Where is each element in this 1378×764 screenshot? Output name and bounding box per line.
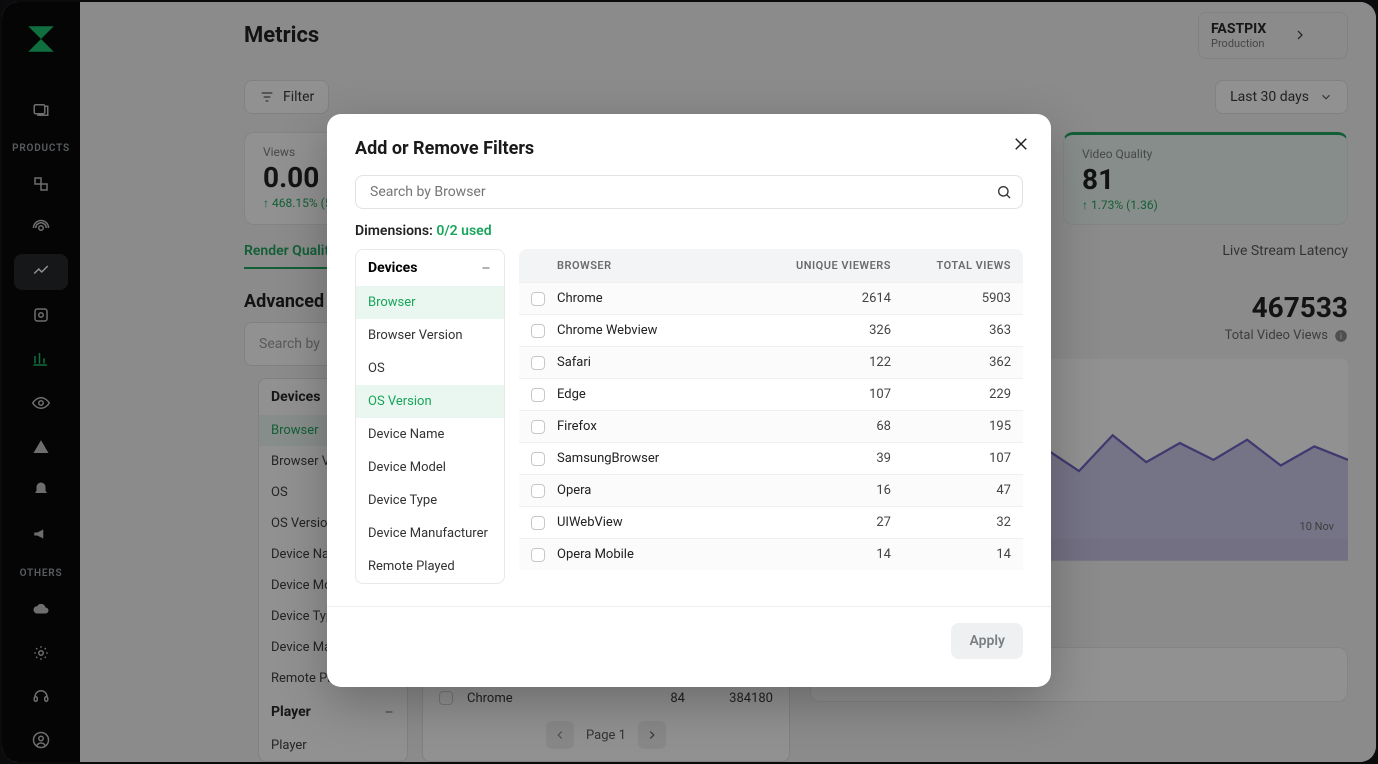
cell-name: UIWebView [557,515,731,530]
cell-unique: 27 [731,515,891,530]
col-browser: BROWSER [557,259,731,272]
cell-unique: 39 [731,451,891,466]
checkbox[interactable] [531,292,545,306]
dimension-item[interactable]: OS [356,352,504,385]
filters-modal: Add or Remove Filters Dimensions: 0/2 us… [327,114,1051,687]
dimension-item[interactable]: Browser Version [356,319,504,352]
dimension-item[interactable]: Device Name [356,418,504,451]
table-row[interactable]: UIWebView 27 32 [519,506,1023,538]
col-total: TOTAL VIEWS [891,259,1011,272]
cell-name: Edge [557,387,731,402]
cell-name: Opera Mobile [557,547,731,562]
dimension-item[interactable]: Browser [356,286,504,319]
table-row[interactable]: Opera Mobile 14 14 [519,538,1023,570]
cell-total: 5903 [891,291,1011,306]
dim-list-heading: Devices [368,260,417,276]
cell-total: 363 [891,323,1011,338]
table-row[interactable]: Chrome Webview 326 363 [519,314,1023,346]
cell-name: Chrome [557,291,731,306]
dimensions-usage: Dimensions: 0/2 used [355,223,1023,239]
dimension-list: Devices BrowserBrowser VersionOSOS Versi… [355,249,505,584]
cell-unique: 2614 [731,291,891,306]
checkbox[interactable] [531,420,545,434]
checkbox[interactable] [531,452,545,466]
search-icon [996,184,1012,200]
dimension-item[interactable]: Device Model [356,451,504,484]
checkbox[interactable] [531,484,545,498]
cell-unique: 122 [731,355,891,370]
cell-total: 362 [891,355,1011,370]
cell-name: Firefox [557,419,731,434]
cell-total: 107 [891,451,1011,466]
cell-total: 195 [891,419,1011,434]
cell-name: SamsungBrowser [557,451,731,466]
table-row[interactable]: Opera 16 47 [519,474,1023,506]
cell-total: 47 [891,483,1011,498]
modal-title: Add or Remove Filters [355,138,1023,159]
apply-button[interactable]: Apply [951,623,1023,659]
table-row[interactable]: SamsungBrowser 39 107 [519,442,1023,474]
cell-total: 229 [891,387,1011,402]
cell-unique: 107 [731,387,891,402]
modal-overlay[interactable]: Add or Remove Filters Dimensions: 0/2 us… [0,0,1378,764]
cell-total: 32 [891,515,1011,530]
cell-unique: 68 [731,419,891,434]
cell-unique: 16 [731,483,891,498]
cell-name: Opera [557,483,731,498]
dimension-item[interactable]: Device Manufacturer [356,517,504,550]
table-row[interactable]: Safari 122 362 [519,346,1023,378]
cell-unique: 14 [731,547,891,562]
checkbox[interactable] [531,388,545,402]
cell-unique: 326 [731,323,891,338]
cell-name: Chrome Webview [557,323,731,338]
checkbox[interactable] [531,516,545,530]
dimension-item[interactable]: Remote Played [356,550,504,583]
table-row[interactable]: Firefox 68 195 [519,410,1023,442]
table-row[interactable]: Edge 107 229 [519,378,1023,410]
col-unique: UNIQUE VIEWERS [731,259,891,272]
collapse-icon[interactable] [480,262,492,274]
search-input[interactable] [370,184,996,200]
dimension-item[interactable]: OS Version [356,385,504,418]
checkbox[interactable] [531,356,545,370]
cell-total: 14 [891,547,1011,562]
filter-table: BROWSER UNIQUE VIEWERS TOTAL VIEWS Chrom… [519,249,1023,584]
dimension-item[interactable]: Device Type [356,484,504,517]
table-row[interactable]: Chrome 2614 5903 [519,282,1023,314]
checkbox[interactable] [531,548,545,562]
cell-name: Safari [557,355,731,370]
modal-search[interactable] [355,175,1023,209]
close-icon[interactable] [1009,132,1033,156]
checkbox[interactable] [531,324,545,338]
